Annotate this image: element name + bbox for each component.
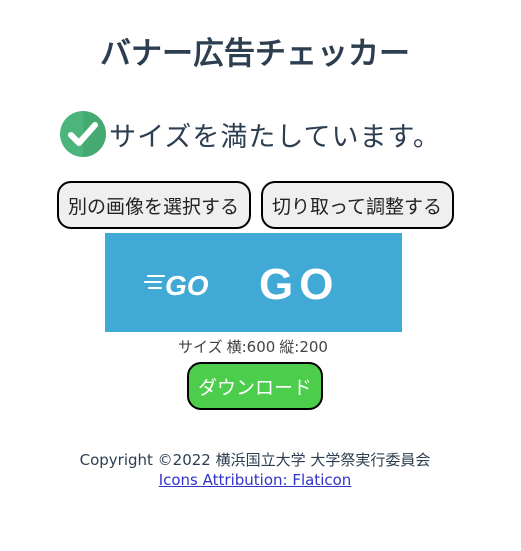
crop-adjust-button[interactable]: 切り取って調整する (260, 181, 454, 229)
action-buttons: 別の画像を選択する 切り取って調整する (0, 181, 510, 229)
banner-preview-image: GO GO (105, 233, 402, 332)
copyright-text: Copyright ©2022 横浜国立大学 大学祭実行委員会 (79, 451, 431, 469)
size-label: サイズ (178, 338, 223, 356)
size-width: 横:600 (226, 338, 276, 356)
go-logo-text: GO (165, 270, 209, 301)
banner-main-text: GO (259, 260, 339, 309)
image-size-info: サイズ 横:600 縦:200 (0, 336, 510, 357)
page-title: バナー広告チェッカー (100, 36, 410, 72)
check-circle-icon (60, 111, 107, 157)
size-height: 縦:200 (279, 338, 328, 356)
status-row: サイズを満たしています。 (0, 110, 500, 158)
icons-attribution-link[interactable]: Icons Attribution: Flaticon (159, 471, 352, 489)
status-message: サイズを満たしています。 (109, 121, 441, 153)
download-button[interactable]: ダウンロード (187, 362, 323, 410)
footer: Copyright ©2022 横浜国立大学 大学祭実行委員会 Icons At… (0, 450, 510, 490)
select-other-image-button[interactable]: 別の画像を選択する (56, 181, 251, 229)
